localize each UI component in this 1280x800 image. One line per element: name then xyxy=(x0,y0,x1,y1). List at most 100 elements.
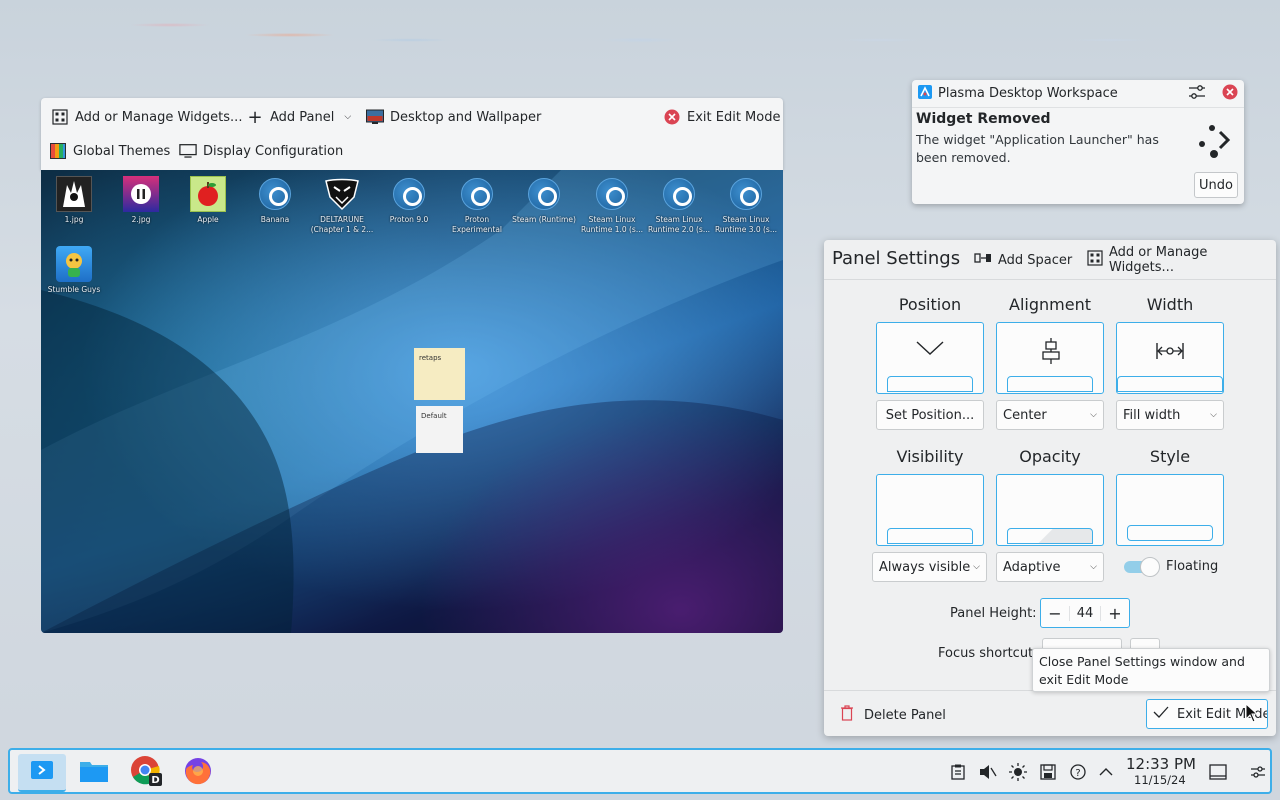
steam-icon xyxy=(461,178,493,210)
desktop-icon[interactable]: Steam Linux Runtime 1.0 (s... xyxy=(579,176,645,235)
notification-body: The widget "Application Launcher" has be… xyxy=(916,132,1159,165)
desktop-icon-label: Steam Linux Runtime 3.0 (s... xyxy=(714,215,777,234)
panel-configure-icon[interactable] xyxy=(1248,762,1268,782)
wallpaper-waves xyxy=(41,170,783,633)
widgets-grid-icon xyxy=(1087,250,1103,270)
panel-height-value[interactable]: 44 xyxy=(1069,605,1101,621)
minus-button[interactable]: − xyxy=(1041,604,1069,623)
sticky-note[interactable]: retaps xyxy=(414,348,465,400)
plasma-icon xyxy=(918,84,932,103)
exit-edit-mode-button[interactable]: Exit Edit Mode xyxy=(663,104,780,130)
desktop-icon[interactable]: 2.jpg xyxy=(108,176,174,225)
widget-dots-icon xyxy=(1198,122,1234,162)
desktop-icon[interactable]: DELTARUNE (Chapter 1 & 2... xyxy=(309,176,375,235)
plus-button[interactable]: + xyxy=(1101,604,1129,623)
position-preview[interactable] xyxy=(876,322,984,394)
opacity-select[interactable]: Adaptive ⌵ xyxy=(996,552,1104,582)
desktop-icon[interactable]: Apple xyxy=(175,176,241,225)
add-spacer-button[interactable]: Add Spacer xyxy=(974,248,1072,272)
alignment-value: Center xyxy=(1003,407,1047,423)
configure-icon[interactable] xyxy=(1188,84,1206,104)
add-widgets-button[interactable]: Add or Manage Widgets... xyxy=(1087,245,1276,275)
desktop-icon[interactable]: Steam Linux Runtime 3.0 (s... xyxy=(713,176,779,235)
set-position-button[interactable]: Set Position... xyxy=(876,400,984,430)
delete-panel-label: Delete Panel xyxy=(864,707,946,723)
width-select[interactable]: Fill width ⌵ xyxy=(1116,400,1224,430)
sticky-note-text: Default xyxy=(421,412,447,420)
steam-icon xyxy=(663,178,695,210)
panel-height-spinbox[interactable]: − 44 + xyxy=(1040,598,1130,628)
notification-popup: Plasma Desktop Workspace Widget Removed … xyxy=(912,80,1244,204)
desktop-preview[interactable]: 1.jpg 2.jpg Apple Banana DELTARUNE (Chap… xyxy=(41,170,783,633)
mouse-cursor-icon xyxy=(1245,702,1259,727)
desktop-icon[interactable]: Proton 9.0 xyxy=(376,176,442,225)
floating-label: Floating xyxy=(1166,559,1219,574)
add-spacer-label: Add Spacer xyxy=(998,252,1073,268)
desktop-icon-label: Proton Experimental xyxy=(451,215,502,234)
taskbar-app-discover[interactable] xyxy=(18,754,66,792)
panel-preview-bar xyxy=(887,376,973,392)
firefox-icon xyxy=(183,756,213,790)
taskbar-app-chrome[interactable]: D xyxy=(122,754,170,792)
discover-icon xyxy=(29,757,55,787)
close-icon[interactable] xyxy=(1222,84,1238,104)
desktop-icon-label: DELTARUNE (Chapter 1 & 2... xyxy=(310,215,374,234)
add-widgets-label: Add or Manage Widgets... xyxy=(75,109,243,125)
show-desktop-icon[interactable] xyxy=(1208,762,1228,782)
display-configuration-button[interactable]: Display Configuration xyxy=(179,138,343,164)
add-panel-button[interactable]: + Add Panel ⌵ xyxy=(246,104,351,130)
desktop-icon[interactable]: Banana xyxy=(242,176,308,225)
clock-time[interactable]: 12:33 PM xyxy=(1126,755,1196,773)
align-center-icon xyxy=(1039,337,1063,369)
desktop-icon[interactable]: 1.jpg xyxy=(41,176,107,225)
volume-muted-icon[interactable] xyxy=(978,762,998,782)
floating-toggle[interactable] xyxy=(1124,557,1160,577)
desktop-icon[interactable]: Steam (Runtime) xyxy=(511,176,577,225)
opacity-preview[interactable] xyxy=(996,474,1104,546)
global-themes-button[interactable]: Global Themes xyxy=(49,138,170,164)
checkmark-icon xyxy=(1153,705,1169,723)
deltarune-icon xyxy=(324,176,360,212)
desktop-icon[interactable]: Stumble Guys xyxy=(41,246,107,295)
chevron-up-icon[interactable] xyxy=(1096,762,1116,782)
style-label: Style xyxy=(1149,447,1191,466)
taskbar-app-firefox[interactable] xyxy=(174,754,222,792)
width-preview[interactable] xyxy=(1116,322,1224,394)
exit-edit-mode-tooltip: Close Panel Settings window and exit Edi… xyxy=(1032,648,1270,692)
visibility-select[interactable]: Always visible ⌵ xyxy=(872,552,987,582)
chevron-down-icon: ⌵ xyxy=(1090,562,1097,572)
desktop-icon[interactable]: Proton Experimental xyxy=(444,176,510,235)
fill-width-icon xyxy=(1155,341,1185,365)
panel-settings-title: Panel Settings xyxy=(832,248,961,269)
add-widgets-button[interactable]: Add or Manage Widgets... xyxy=(51,104,242,130)
steam-icon xyxy=(393,178,425,210)
undo-button[interactable]: Undo xyxy=(1194,172,1238,198)
undo-label: Undo xyxy=(1199,177,1233,193)
brightness-icon[interactable] xyxy=(1008,762,1028,782)
width-label: Width xyxy=(1146,295,1194,314)
panel-settings-footer: Delete Panel Exit Edit Mode xyxy=(824,690,1276,736)
tooltip-text: Close Panel Settings window and exit Edi… xyxy=(1039,654,1245,687)
toggle-knob xyxy=(1140,557,1160,577)
alignment-select[interactable]: Center ⌵ xyxy=(996,400,1104,430)
image-thumbnail-icon xyxy=(123,176,159,212)
help-icon[interactable]: ? xyxy=(1068,762,1088,782)
delete-panel-button[interactable]: Delete Panel xyxy=(840,705,946,725)
clock-date[interactable]: 11/15/24 xyxy=(1134,773,1186,787)
save-disk-icon[interactable] xyxy=(1038,762,1058,782)
taskbar-app-dolphin[interactable] xyxy=(70,754,118,792)
apple-icon xyxy=(190,176,226,212)
desktop-icon[interactable]: Steam Linux Runtime 2.0 (s... xyxy=(646,176,712,235)
sticky-note[interactable]: Default xyxy=(416,406,463,453)
style-preview[interactable] xyxy=(1116,474,1224,546)
alignment-preview[interactable] xyxy=(996,322,1104,394)
visibility-preview[interactable] xyxy=(876,474,984,546)
global-themes-label: Global Themes xyxy=(73,143,171,159)
desktop-wallpaper-button[interactable]: Desktop and Wallpaper xyxy=(366,104,541,130)
notification-title: Widget Removed xyxy=(916,111,1051,127)
clipboard-icon[interactable] xyxy=(948,762,968,782)
dolphin-folder-icon xyxy=(79,758,109,788)
notification-header: Plasma Desktop Workspace xyxy=(912,80,1244,108)
wallpaper-icon xyxy=(366,108,384,126)
chrome-icon: D xyxy=(129,754,163,792)
